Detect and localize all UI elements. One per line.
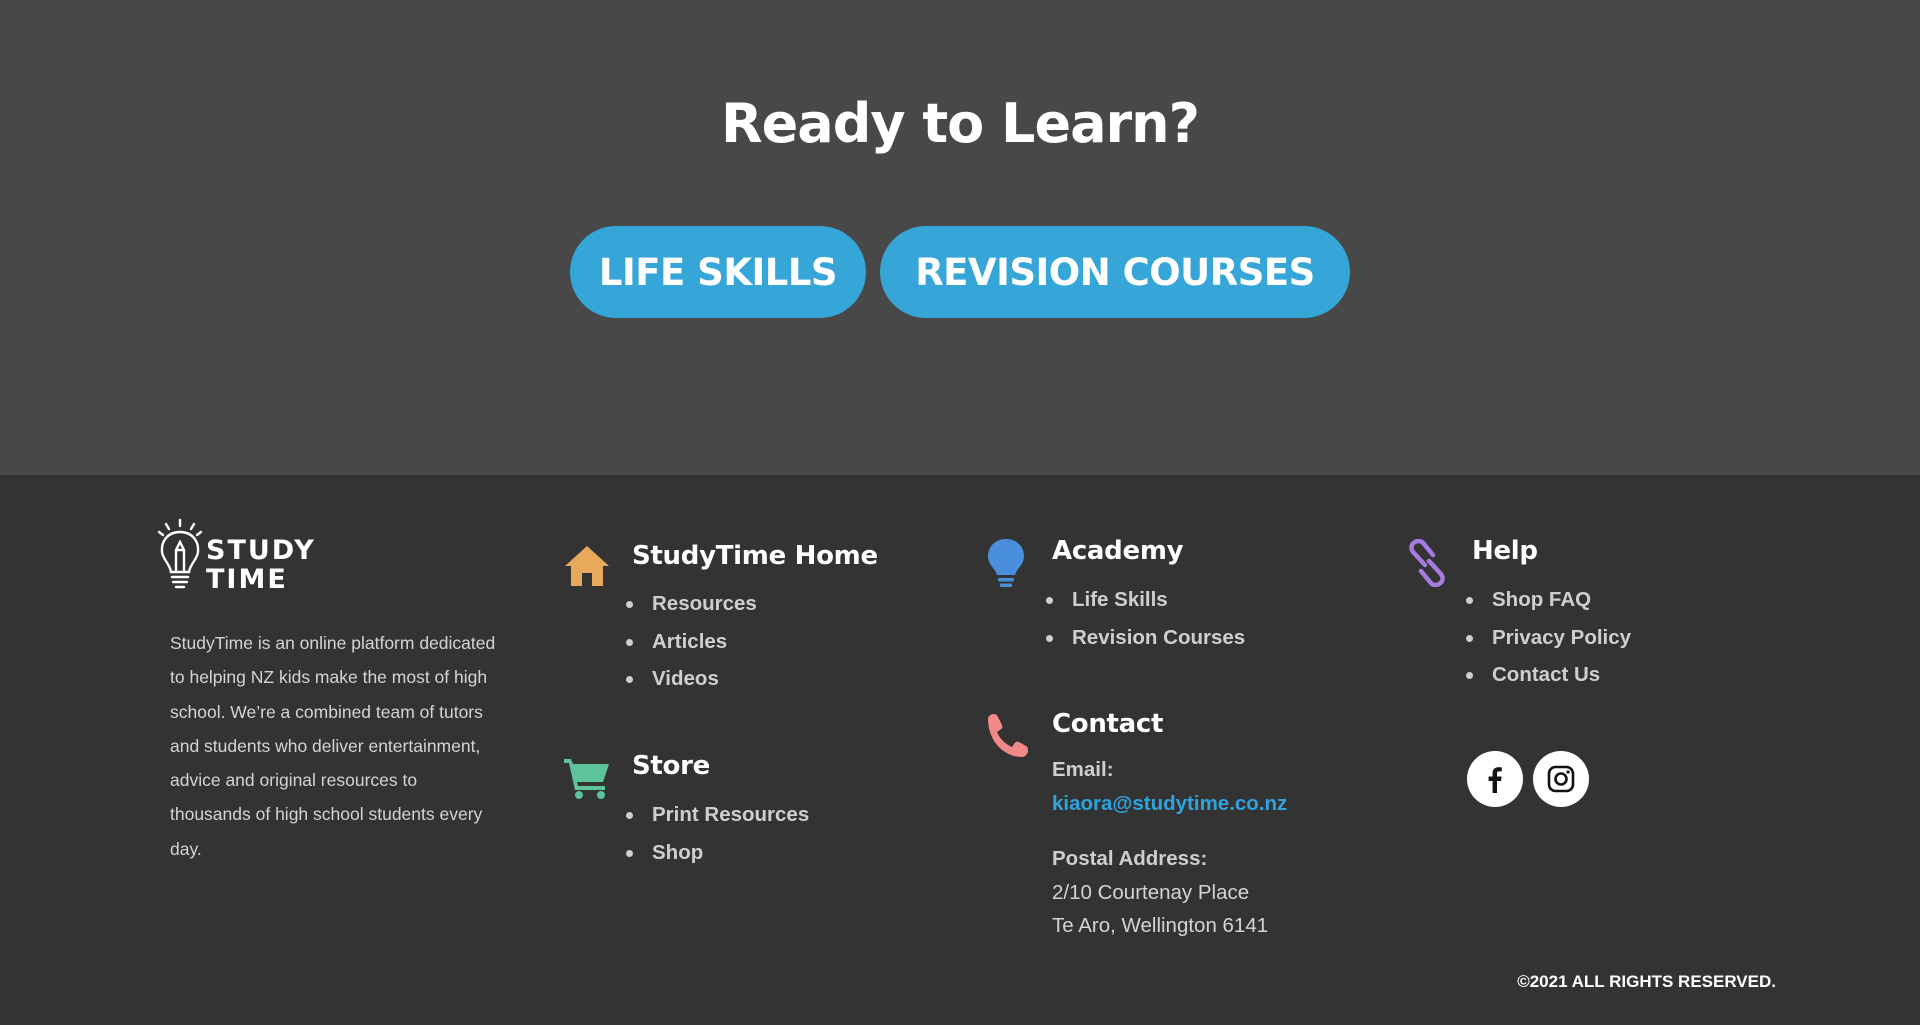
- help-title: Help: [1472, 536, 1538, 566]
- postal-address-label: Postal Address:: [1052, 847, 1208, 870]
- link-life-skills[interactable]: Life Skills: [1046, 581, 1245, 619]
- home-icon: [565, 546, 609, 586]
- link-videos[interactable]: Videos: [626, 660, 757, 698]
- lightbulb-icon: [988, 539, 1024, 587]
- email-label: Email:: [1052, 758, 1114, 781]
- link-resources[interactable]: Resources: [626, 585, 757, 623]
- contact-title: Contact: [1052, 709, 1164, 739]
- copyright-text: ©2021 ALL RIGHTS RESERVED.: [1517, 972, 1776, 991]
- phone-icon: [988, 714, 1028, 757]
- link-revision-courses[interactable]: Revision Courses: [1046, 619, 1245, 657]
- about-text: StudyTime is an online platform dedicate…: [170, 633, 496, 859]
- cta-section: Ready to Learn? LIFE SKILLS REVISION COU…: [0, 0, 1920, 475]
- link-articles[interactable]: Articles: [626, 623, 757, 661]
- link-shop-faq[interactable]: Shop FAQ: [1466, 581, 1631, 619]
- logo-line-time: TIME: [206, 564, 288, 595]
- link-icon: [1409, 539, 1445, 587]
- cart-icon: [564, 759, 609, 799]
- email-link[interactable]: kiaora@studytime.co.nz: [1052, 792, 1287, 816]
- address-line-2: Te Aro, Wellington 6141: [1052, 914, 1269, 937]
- facebook-icon: [1488, 767, 1502, 793]
- lightbulb-pencil-icon: [157, 518, 203, 589]
- store-title: Store: [632, 751, 710, 781]
- link-print-resources[interactable]: Print Resources: [626, 796, 809, 834]
- instagram-button[interactable]: [1533, 751, 1589, 807]
- logo-line-study: STUDY: [206, 535, 316, 566]
- facebook-button[interactable]: [1467, 751, 1523, 807]
- store-links: Print Resources Shop: [626, 796, 809, 871]
- cta-title: Ready to Learn?: [721, 92, 1200, 155]
- link-contact-us[interactable]: Contact Us: [1466, 656, 1631, 694]
- address-line-1: 2/10 Courtenay Place: [1052, 881, 1250, 904]
- instagram-icon: [1547, 765, 1575, 793]
- link-shop[interactable]: Shop: [626, 834, 809, 872]
- life-skills-button[interactable]: LIFE SKILLS: [570, 226, 866, 318]
- academy-links: Life Skills Revision Courses: [1046, 581, 1245, 656]
- academy-title: Academy: [1052, 536, 1184, 566]
- revision-courses-button[interactable]: REVISION COURSES: [880, 226, 1350, 318]
- link-privacy-policy[interactable]: Privacy Policy: [1466, 619, 1631, 657]
- studytime-home-links: Resources Articles Videos: [626, 585, 757, 698]
- help-links: Shop FAQ Privacy Policy Contact Us: [1466, 581, 1631, 694]
- studytime-home-title: StudyTime Home: [632, 541, 878, 571]
- studytime-logo[interactable]: STUDY TIME: [156, 518, 314, 594]
